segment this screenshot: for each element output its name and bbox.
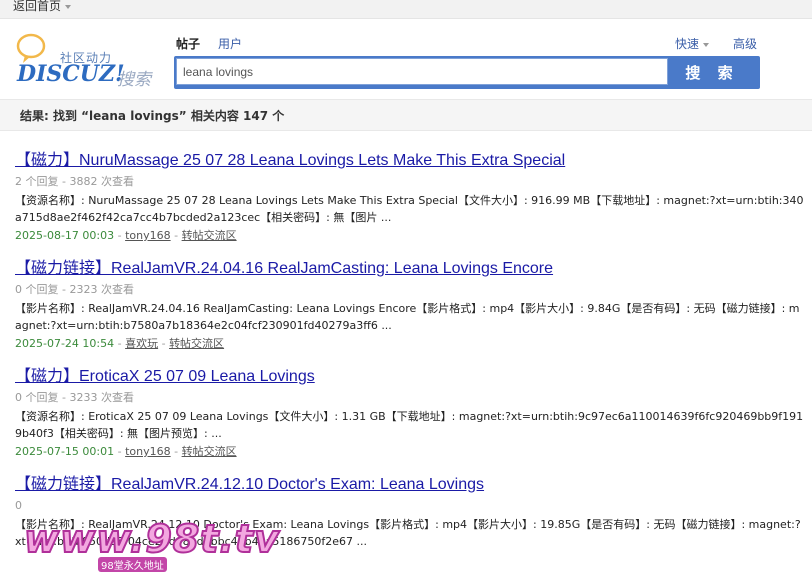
result-forum-link[interactable]: 转帖交流区 (182, 229, 237, 242)
results-list: 【磁力】NuruMassage 25 07 28 Leana Lovings L… (15, 150, 805, 562)
result-author-link[interactable]: tony168 (125, 445, 171, 458)
result-description: 【资源名称】: NuruMassage 25 07 28 Leana Lovin… (15, 194, 804, 224)
result-footer: 2025-07-24 10:54 - 喜欢玩 - 转帖交流区 (15, 337, 225, 350)
result-meta: 0 (15, 499, 22, 512)
list-item: 【磁力】NuruMassage 25 07 28 Leana Lovings L… (15, 150, 805, 246)
quick-search-dropdown[interactable]: 快速 (675, 35, 710, 52)
chevron-down-icon (65, 4, 72, 9)
back-home-link[interactable]: 返回首页 (13, 0, 72, 14)
search-input[interactable] (176, 58, 668, 85)
result-date: 2025-08-17 00:03 (15, 229, 115, 242)
logo-search-word: 搜索 (117, 70, 151, 90)
tab-users[interactable]: 用户 (218, 35, 242, 52)
result-date: 2025-07-24 10:54 (15, 337, 115, 350)
result-title-link[interactable]: 【磁力链接】RealJamVR.24.12.10 Doctor's Exam: … (15, 474, 805, 496)
advanced-search-link[interactable]: 高级 (733, 35, 757, 52)
result-footer: 2025-07-15 00:01 - tony168 - 转帖交流区 (15, 445, 237, 458)
result-date: 2025-07-15 00:01 (15, 445, 115, 458)
result-meta: 2 个回复 - 3882 次查看 (15, 175, 134, 188)
result-forum-link[interactable]: 转帖交流区 (182, 445, 237, 458)
result-title-link[interactable]: 【磁力链接】RealJamVR.24.04.16 RealJamCasting:… (15, 258, 805, 280)
discuz-logo[interactable]: 社区动力 DISCUZ! 搜索 (15, 33, 165, 90)
logo-wordmark: DISCUZ! (17, 61, 125, 87)
search-button[interactable]: 搜 索 (664, 56, 760, 89)
result-description: 【资源名称】: EroticaX 25 07 09 Leana Lovings【… (15, 410, 804, 440)
watermark-subtext: 98堂永久地址 (98, 557, 167, 572)
site-watermark: www.98t.tv 98堂永久地址 (23, 516, 280, 577)
tab-posts[interactable]: 帖子 (176, 35, 200, 52)
result-meta: 0 个回复 - 2323 次查看 (15, 283, 134, 296)
result-summary-bar: 结果: 找到 “leana lovings” 相关内容 147 个 (0, 99, 812, 131)
result-description: 【影片名称】: RealJamVR.24.04.16 RealJamCastin… (15, 302, 800, 332)
result-title-link[interactable]: 【磁力】NuruMassage 25 07 28 Leana Lovings L… (15, 150, 805, 172)
chevron-down-icon (703, 42, 710, 47)
result-summary: 结果: 找到 “leana lovings” 相关内容 147 个 (20, 109, 285, 123)
result-author-link[interactable]: 喜欢玩 (125, 337, 158, 350)
result-title-link[interactable]: 【磁力】EroticaX 25 07 09 Leana Lovings (15, 366, 805, 388)
top-bar: 返回首页 (0, 0, 812, 19)
list-item: 【磁力】EroticaX 25 07 09 Leana Lovings 0 个回… (15, 366, 805, 462)
result-author-link[interactable]: tony168 (125, 229, 171, 242)
result-meta: 0 个回复 - 3233 次查看 (15, 391, 134, 404)
search-header: 社区动力 DISCUZ! 搜索 帖子 用户 快速 高级 搜 索 (0, 19, 812, 99)
list-item: 【磁力链接】RealJamVR.24.04.16 RealJamCasting:… (15, 258, 805, 354)
search-box: 搜 索 (174, 56, 760, 89)
quick-label: 快速 (675, 37, 700, 51)
watermark-text: www.98t.tv (23, 516, 280, 562)
result-forum-link[interactable]: 转帖交流区 (169, 337, 224, 350)
result-footer: 2025-08-17 00:03 - tony168 - 转帖交流区 (15, 229, 237, 242)
back-home-label: 返回首页 (13, 0, 62, 13)
